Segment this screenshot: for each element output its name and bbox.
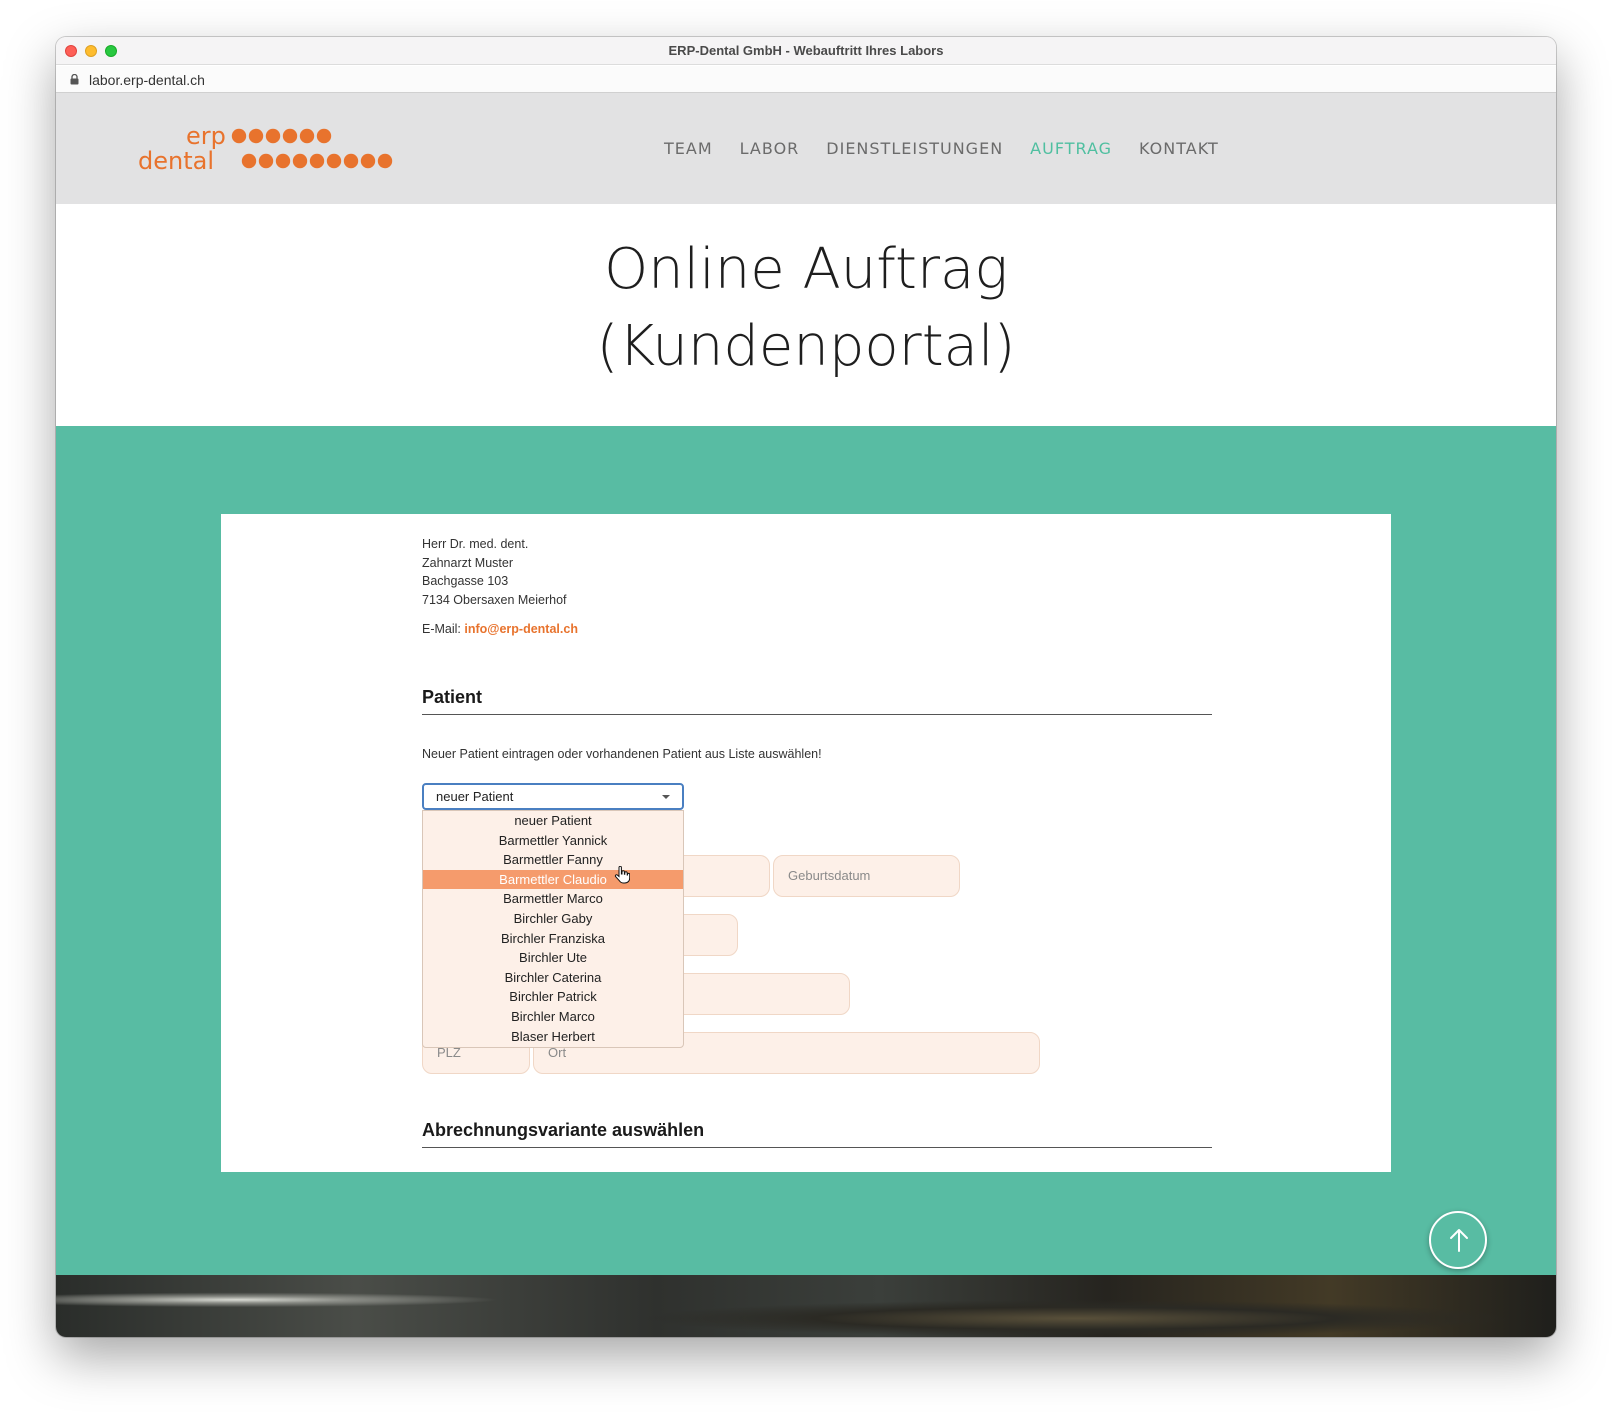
window-title: ERP-Dental GmbH - Webauftritt Ihres Labo… (668, 43, 944, 58)
order-section: Herr Dr. med. dent. Zahnarzt Muster Bach… (56, 426, 1556, 1275)
address-bar[interactable]: labor.erp-dental.ch (56, 66, 1556, 93)
dropdown-option[interactable]: neuer Patient (423, 811, 683, 831)
dropdown-option[interactable]: Birchler Franziska (423, 929, 683, 949)
email-link[interactable]: info@erp-dental.ch (464, 622, 578, 636)
order-form-card: Herr Dr. med. dent. Zahnarzt Muster Bach… (221, 514, 1391, 1172)
dropdown-option[interactable]: Blaser Herbert (423, 1027, 683, 1047)
dropdown-option[interactable]: Barmettler Fanny (423, 850, 683, 870)
billing-section-title: Abrechnungsvariante auswählen (422, 1120, 705, 1140)
birthdate-field[interactable]: Geburtsdatum (773, 855, 960, 897)
dropdown-option[interactable]: Birchler Patrick (423, 987, 683, 1007)
svg-text:dental: dental (138, 147, 214, 175)
dropdown-option[interactable]: Birchler Ute (423, 948, 683, 968)
birthdate-placeholder: Geburtsdatum (788, 868, 871, 883)
page-viewport: erp dental TEAM LABOR DIENSTLEISTUNGEN A… (56, 93, 1556, 1337)
dropdown-option[interactable]: Birchler Marco (423, 1007, 683, 1027)
site-header: erp dental TEAM LABOR DIENSTLEISTUNGEN A… (56, 93, 1556, 204)
dropdown-option[interactable]: Birchler Gaby (423, 909, 683, 929)
patient-dropdown-list[interactable]: neuer Patient Barmettler Yannick Barmettle… (422, 810, 684, 1048)
title-bar: ERP-Dental GmbH - Webauftritt Ihres Labo… (56, 37, 1556, 65)
lock-icon (70, 74, 79, 85)
email-line: E-Mail: info@erp-dental.ch (422, 622, 578, 636)
patient-select-value: neuer Patient (436, 789, 514, 804)
address-line: 7134 Obersaxen Meierhof (422, 592, 567, 607)
address-line: Herr Dr. med. dent. (422, 537, 529, 551)
nav-item-team[interactable]: TEAM (664, 139, 713, 158)
dropdown-option[interactable]: Barmettler Yannick (423, 831, 683, 851)
footer-photo (56, 1275, 1556, 1337)
address-field[interactable] (661, 973, 850, 1015)
page-title: Online Auftrag (Kundenportal) (56, 231, 1556, 385)
erp-dental-logo[interactable]: erp dental (138, 126, 398, 176)
address-line: Bachgasse 103 (422, 574, 509, 588)
patient-section-title: Patient (422, 687, 483, 707)
nav-item-kontakt[interactable]: KONTAKT (1139, 139, 1219, 158)
patient-instruction: Neuer Patient eintragen oder vorhandenen… (422, 747, 822, 761)
arrow-up-icon (1450, 1229, 1468, 1252)
url-text[interactable]: labor.erp-dental.ch (89, 72, 205, 88)
billing-section-divider (422, 1147, 1212, 1148)
nav-item-labor[interactable]: LABOR (740, 139, 800, 158)
dropdown-option[interactable]: Blaser Gaby (423, 1046, 683, 1047)
hand-cursor-icon (614, 866, 630, 884)
email-label: E-Mail: (422, 622, 465, 636)
main-nav: TEAM LABOR DIENSTLEISTUNGEN AUFTRAG KONT… (664, 139, 1219, 158)
customer-address: Herr Dr. med. dent. Zahnarzt Muster Bach… (422, 535, 567, 609)
dropdown-option[interactable]: Barmettler Claudio (423, 869, 683, 890)
nav-item-dienstleistungen[interactable]: DIENSTLEISTUNGEN (826, 139, 1003, 158)
dropdown-option[interactable]: Barmettler Marco (423, 889, 683, 909)
logo-dots-bottom (241, 153, 393, 169)
page-title-line1: Online Auftrag (604, 237, 1008, 302)
dropdown-option[interactable]: Birchler Caterina (423, 968, 683, 988)
patient-section-divider (422, 714, 1212, 715)
hero-section: Online Auftrag (Kundenportal) (56, 204, 1556, 426)
nav-item-auftrag[interactable]: AUFTRAG (1030, 139, 1112, 158)
scroll-to-top-button[interactable] (1429, 1211, 1487, 1269)
chevron-down-icon (662, 795, 670, 799)
patient-select[interactable]: neuer Patient (422, 783, 684, 810)
browser-window: ERP-Dental GmbH - Webauftritt Ihres Labo… (56, 37, 1556, 1337)
logo-dots-top (231, 128, 332, 144)
address-line: Zahnarzt Muster (422, 555, 514, 570)
page-title-line2: (Kundenportal) (596, 314, 1016, 379)
